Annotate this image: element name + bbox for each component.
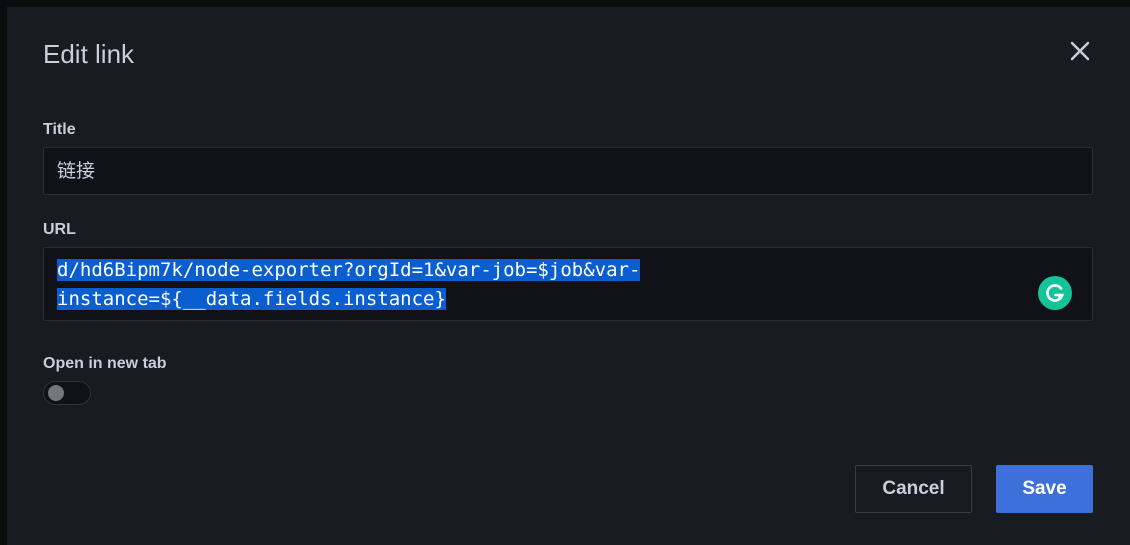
save-button[interactable]: Save (996, 465, 1093, 513)
url-line-1: d/hd6Bipm7k/node-exporter?orgId=1&var-jo… (57, 259, 641, 281)
url-input[interactable]: d/hd6Bipm7k/node-exporter?orgId=1&var-jo… (43, 247, 1093, 321)
cancel-button[interactable]: Cancel (855, 465, 972, 513)
toggle-knob (48, 385, 64, 401)
edit-link-dialog: Edit link Title 链接 URL d/hd6Bipm7k/node-… (7, 7, 1130, 545)
grammarly-icon (1046, 284, 1064, 302)
url-line-2: instance=${__data.fields.instance} (57, 288, 446, 310)
dialog-title: Edit link (43, 39, 135, 69)
url-label: URL (43, 221, 76, 238)
open-new-tab-toggle[interactable] (43, 381, 91, 405)
url-text: d/hd6Bipm7k/node-exporter?orgId=1&var-jo… (57, 256, 737, 314)
title-input[interactable]: 链接 (43, 147, 1093, 195)
open-new-tab-label: Open in new tab (43, 355, 167, 372)
grammarly-button[interactable] (1038, 276, 1072, 310)
close-button[interactable] (1065, 36, 1095, 66)
close-icon (1070, 41, 1090, 61)
title-label: Title (43, 121, 76, 138)
